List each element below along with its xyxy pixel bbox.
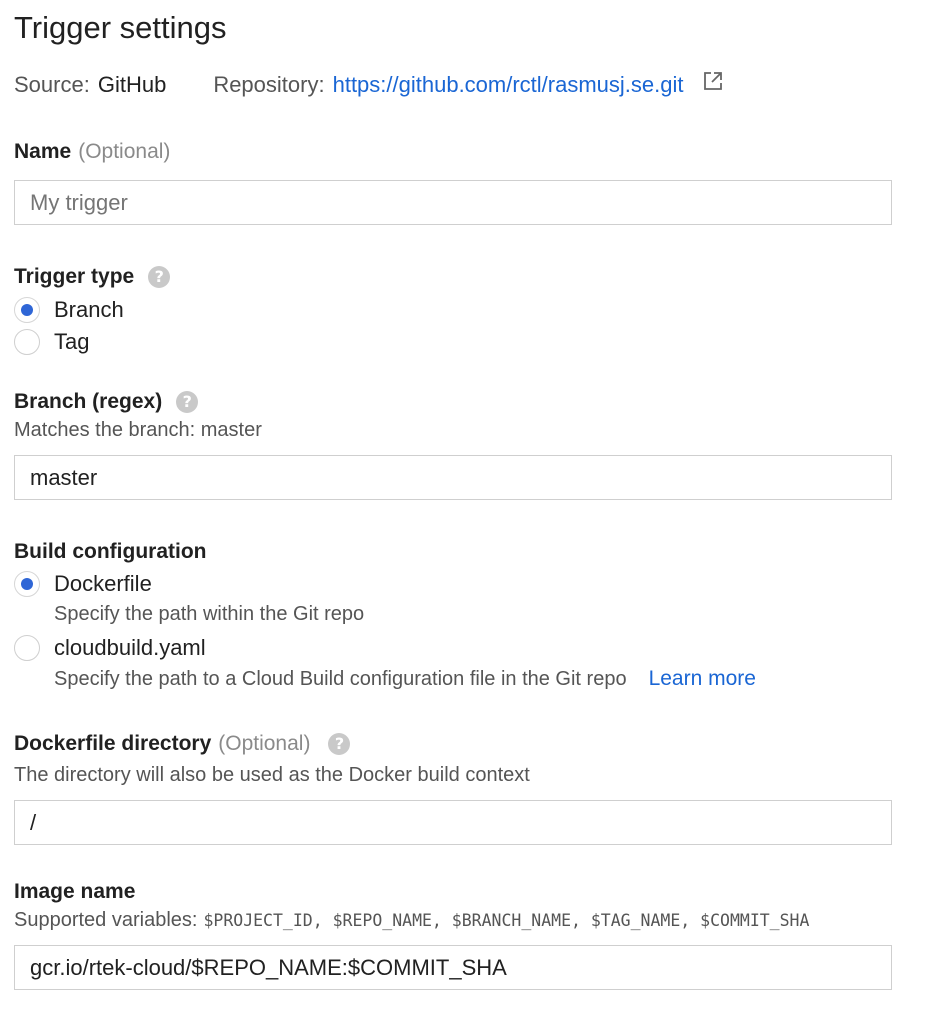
name-input[interactable]: My trigger bbox=[14, 180, 892, 225]
source-row: Source: GitHub Repository: https://githu… bbox=[14, 72, 724, 98]
dockerfile-dir-desc: The directory will also be used as the D… bbox=[14, 764, 530, 786]
image-name-label: Image name bbox=[14, 880, 135, 904]
cloudbuild-option-desc: Specify the path to a Cloud Build config… bbox=[54, 667, 627, 690]
help-icon[interactable]: ? bbox=[328, 733, 351, 755]
dockerfile-dir-optional-hint: (Optional) bbox=[218, 732, 311, 755]
branch-match-hint: Matches the branch: master bbox=[14, 419, 262, 441]
trigger-type-option-tag[interactable]: Tag bbox=[14, 329, 89, 355]
radio-label: cloudbuild.yaml bbox=[54, 635, 206, 660]
help-icon[interactable]: ? bbox=[148, 266, 171, 288]
supported-vars-label: Supported variables: bbox=[14, 909, 198, 931]
learn-more-link[interactable]: Learn more bbox=[649, 667, 756, 691]
source-label: Source: bbox=[14, 72, 90, 97]
cloudbuild-option-desc-row: Specify the path to a Cloud Build config… bbox=[54, 667, 756, 691]
trigger-type-option-branch[interactable]: Branch bbox=[14, 297, 124, 323]
radio-label: Branch bbox=[54, 297, 124, 322]
image-vars-row: Supported variables: $PROJECT_ID, $REPO_… bbox=[14, 909, 809, 932]
radio-selected-icon[interactable] bbox=[14, 297, 40, 323]
radio-unselected-icon[interactable] bbox=[14, 635, 40, 661]
radio-selected-icon[interactable] bbox=[14, 571, 40, 597]
dockerfile-option-desc: Specify the path within the Git repo bbox=[54, 603, 365, 625]
dockerfile-dir-label-text: Dockerfile directory bbox=[14, 732, 212, 755]
branch-regex-label-text: Branch (regex) bbox=[14, 390, 163, 413]
page-title: Trigger settings bbox=[14, 10, 227, 45]
image-name-input[interactable]: gcr.io/rtek-cloud/$REPO_NAME:$COMMIT_SHA bbox=[14, 945, 892, 990]
open-in-new-icon[interactable] bbox=[702, 70, 724, 92]
repository-label: Repository: bbox=[213, 72, 325, 97]
branch-input[interactable]: master bbox=[14, 455, 892, 500]
radio-label: Tag bbox=[54, 329, 90, 354]
dockerfile-dir-input[interactable]: / bbox=[14, 800, 892, 845]
name-optional-hint: (Optional) bbox=[78, 140, 171, 163]
image-name-label-text: Image name bbox=[14, 880, 136, 903]
trigger-type-label: Trigger type ? bbox=[14, 265, 171, 289]
build-config-label: Build configuration bbox=[14, 540, 206, 564]
dockerfile-dir-label: Dockerfile directory (Optional) ? bbox=[14, 732, 351, 756]
build-config-option-cloudbuild[interactable]: cloudbuild.yaml bbox=[14, 635, 206, 661]
build-config-option-dockerfile[interactable]: Dockerfile bbox=[14, 571, 152, 597]
source-value: GitHub bbox=[97, 72, 167, 97]
trigger-type-label-text: Trigger type bbox=[14, 265, 135, 288]
supported-vars-list: $PROJECT_ID, $REPO_NAME, $BRANCH_NAME, $… bbox=[203, 911, 810, 930]
help-icon[interactable]: ? bbox=[176, 391, 199, 413]
repository-link[interactable]: https://github.com/rctl/rasmusj.se.git bbox=[333, 72, 684, 98]
build-config-label-text: Build configuration bbox=[14, 540, 207, 563]
radio-label: Dockerfile bbox=[54, 571, 152, 596]
name-label: Name (Optional) bbox=[14, 140, 170, 164]
branch-regex-label: Branch (regex) ? bbox=[14, 390, 199, 414]
radio-unselected-icon[interactable] bbox=[14, 329, 40, 355]
name-label-text: Name bbox=[14, 140, 72, 163]
